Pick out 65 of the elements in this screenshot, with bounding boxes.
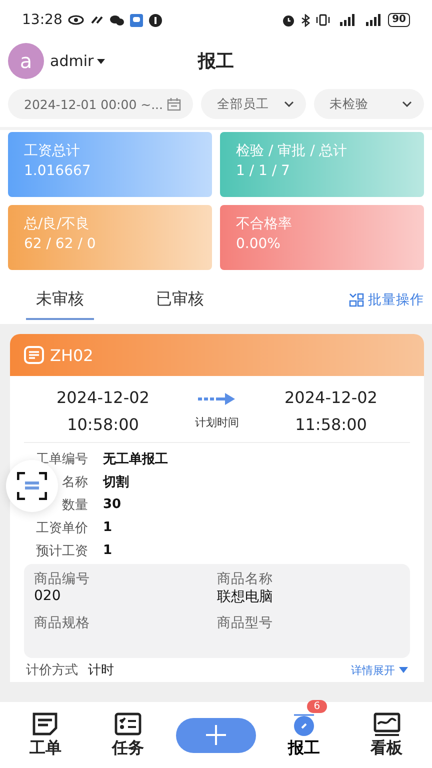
- stat-label: 不合格率: [236, 215, 293, 233]
- info-icon: [149, 14, 162, 26]
- grid-icon: [349, 293, 364, 307]
- page-title: 报工: [198, 51, 234, 72]
- field-value: 1: [103, 543, 112, 558]
- product-value: 020: [34, 588, 62, 604]
- field-label: 数量: [61, 496, 88, 514]
- tab[interactable]: 已审核: [146, 280, 214, 320]
- stat-label: 总/良/不良: [24, 215, 90, 233]
- link-icon: [90, 15, 104, 25]
- scan-icon: [17, 472, 47, 500]
- field-label: 预计工资: [35, 542, 88, 560]
- field-label: 计价方式: [26, 662, 78, 679]
- status-time: 13:28: [22, 12, 62, 28]
- end-time: 11:58:00: [295, 415, 367, 434]
- chevron-down-icon: [284, 101, 294, 107]
- plan-time-label: 计划时间: [195, 414, 239, 430]
- nav-tab[interactable]: 报工: [268, 712, 339, 758]
- tab[interactable]: 未审核: [26, 280, 94, 320]
- product-value: 联想电脑: [217, 588, 274, 606]
- stat-value: 0.00%: [236, 236, 282, 252]
- stat-label: 工资总计: [24, 142, 81, 160]
- battery-level: 90: [388, 13, 410, 27]
- field-value: 无工单报工: [103, 450, 168, 468]
- field-label: 工资单价: [35, 520, 88, 536]
- nav-tab[interactable]: 工单: [10, 712, 80, 758]
- record-code: ZH02: [50, 346, 94, 364]
- chevron-down-icon: [402, 101, 412, 107]
- end-date: 2024-12-02: [284, 388, 378, 407]
- bluetooth-icon: [301, 14, 310, 26]
- batch-action-button[interactable]: 批量操作: [349, 291, 424, 309]
- field-value: 切割: [103, 474, 129, 490]
- product-label: 商品规格: [34, 614, 91, 632]
- filter-dropdown[interactable]: 未检验: [314, 89, 424, 119]
- product-label: 商品型号: [217, 614, 274, 632]
- arrow-icon: [198, 392, 236, 404]
- field-value: 1: [103, 520, 112, 535]
- document-icon: [24, 346, 44, 364]
- stat-value: 1.016667: [24, 163, 92, 179]
- filter-dropdown[interactable]: 全部员工: [201, 89, 306, 119]
- expand-details-button[interactable]: 详情展开: [351, 662, 408, 678]
- start-date: 2024-12-02: [56, 388, 150, 407]
- field-value: 30: [103, 497, 122, 512]
- caret-icon: [96, 58, 105, 64]
- calendar-icon: [167, 98, 182, 110]
- add-button[interactable]: [176, 718, 256, 752]
- stat-label: 检验 / 审批 / 总计: [236, 142, 348, 160]
- caret-down-icon: [399, 667, 408, 673]
- field-label: 名称: [61, 474, 88, 490]
- nav-tab[interactable]: 任务: [93, 712, 164, 758]
- user-menu[interactable]: admir: [50, 52, 105, 70]
- field-value: 计时: [88, 662, 114, 679]
- product-label: 商品名称: [217, 570, 274, 588]
- date-range-field[interactable]: 2024-12-01 00:00 ~...: [8, 89, 194, 119]
- eye-icon: [68, 15, 84, 25]
- alarm-icon: [282, 14, 296, 26]
- stat-value: 62 / 62 / 0: [24, 236, 97, 252]
- product-label: 商品编号: [34, 570, 91, 588]
- vibrate-icon: [316, 14, 330, 26]
- start-time: 10:58:00: [67, 415, 139, 434]
- plus-icon: [206, 725, 226, 745]
- stat-value: 1 / 1 / 7: [236, 163, 291, 179]
- nav-tab[interactable]: 看板: [352, 712, 422, 758]
- app-icon: [130, 14, 144, 26]
- chat-icon: [110, 14, 124, 26]
